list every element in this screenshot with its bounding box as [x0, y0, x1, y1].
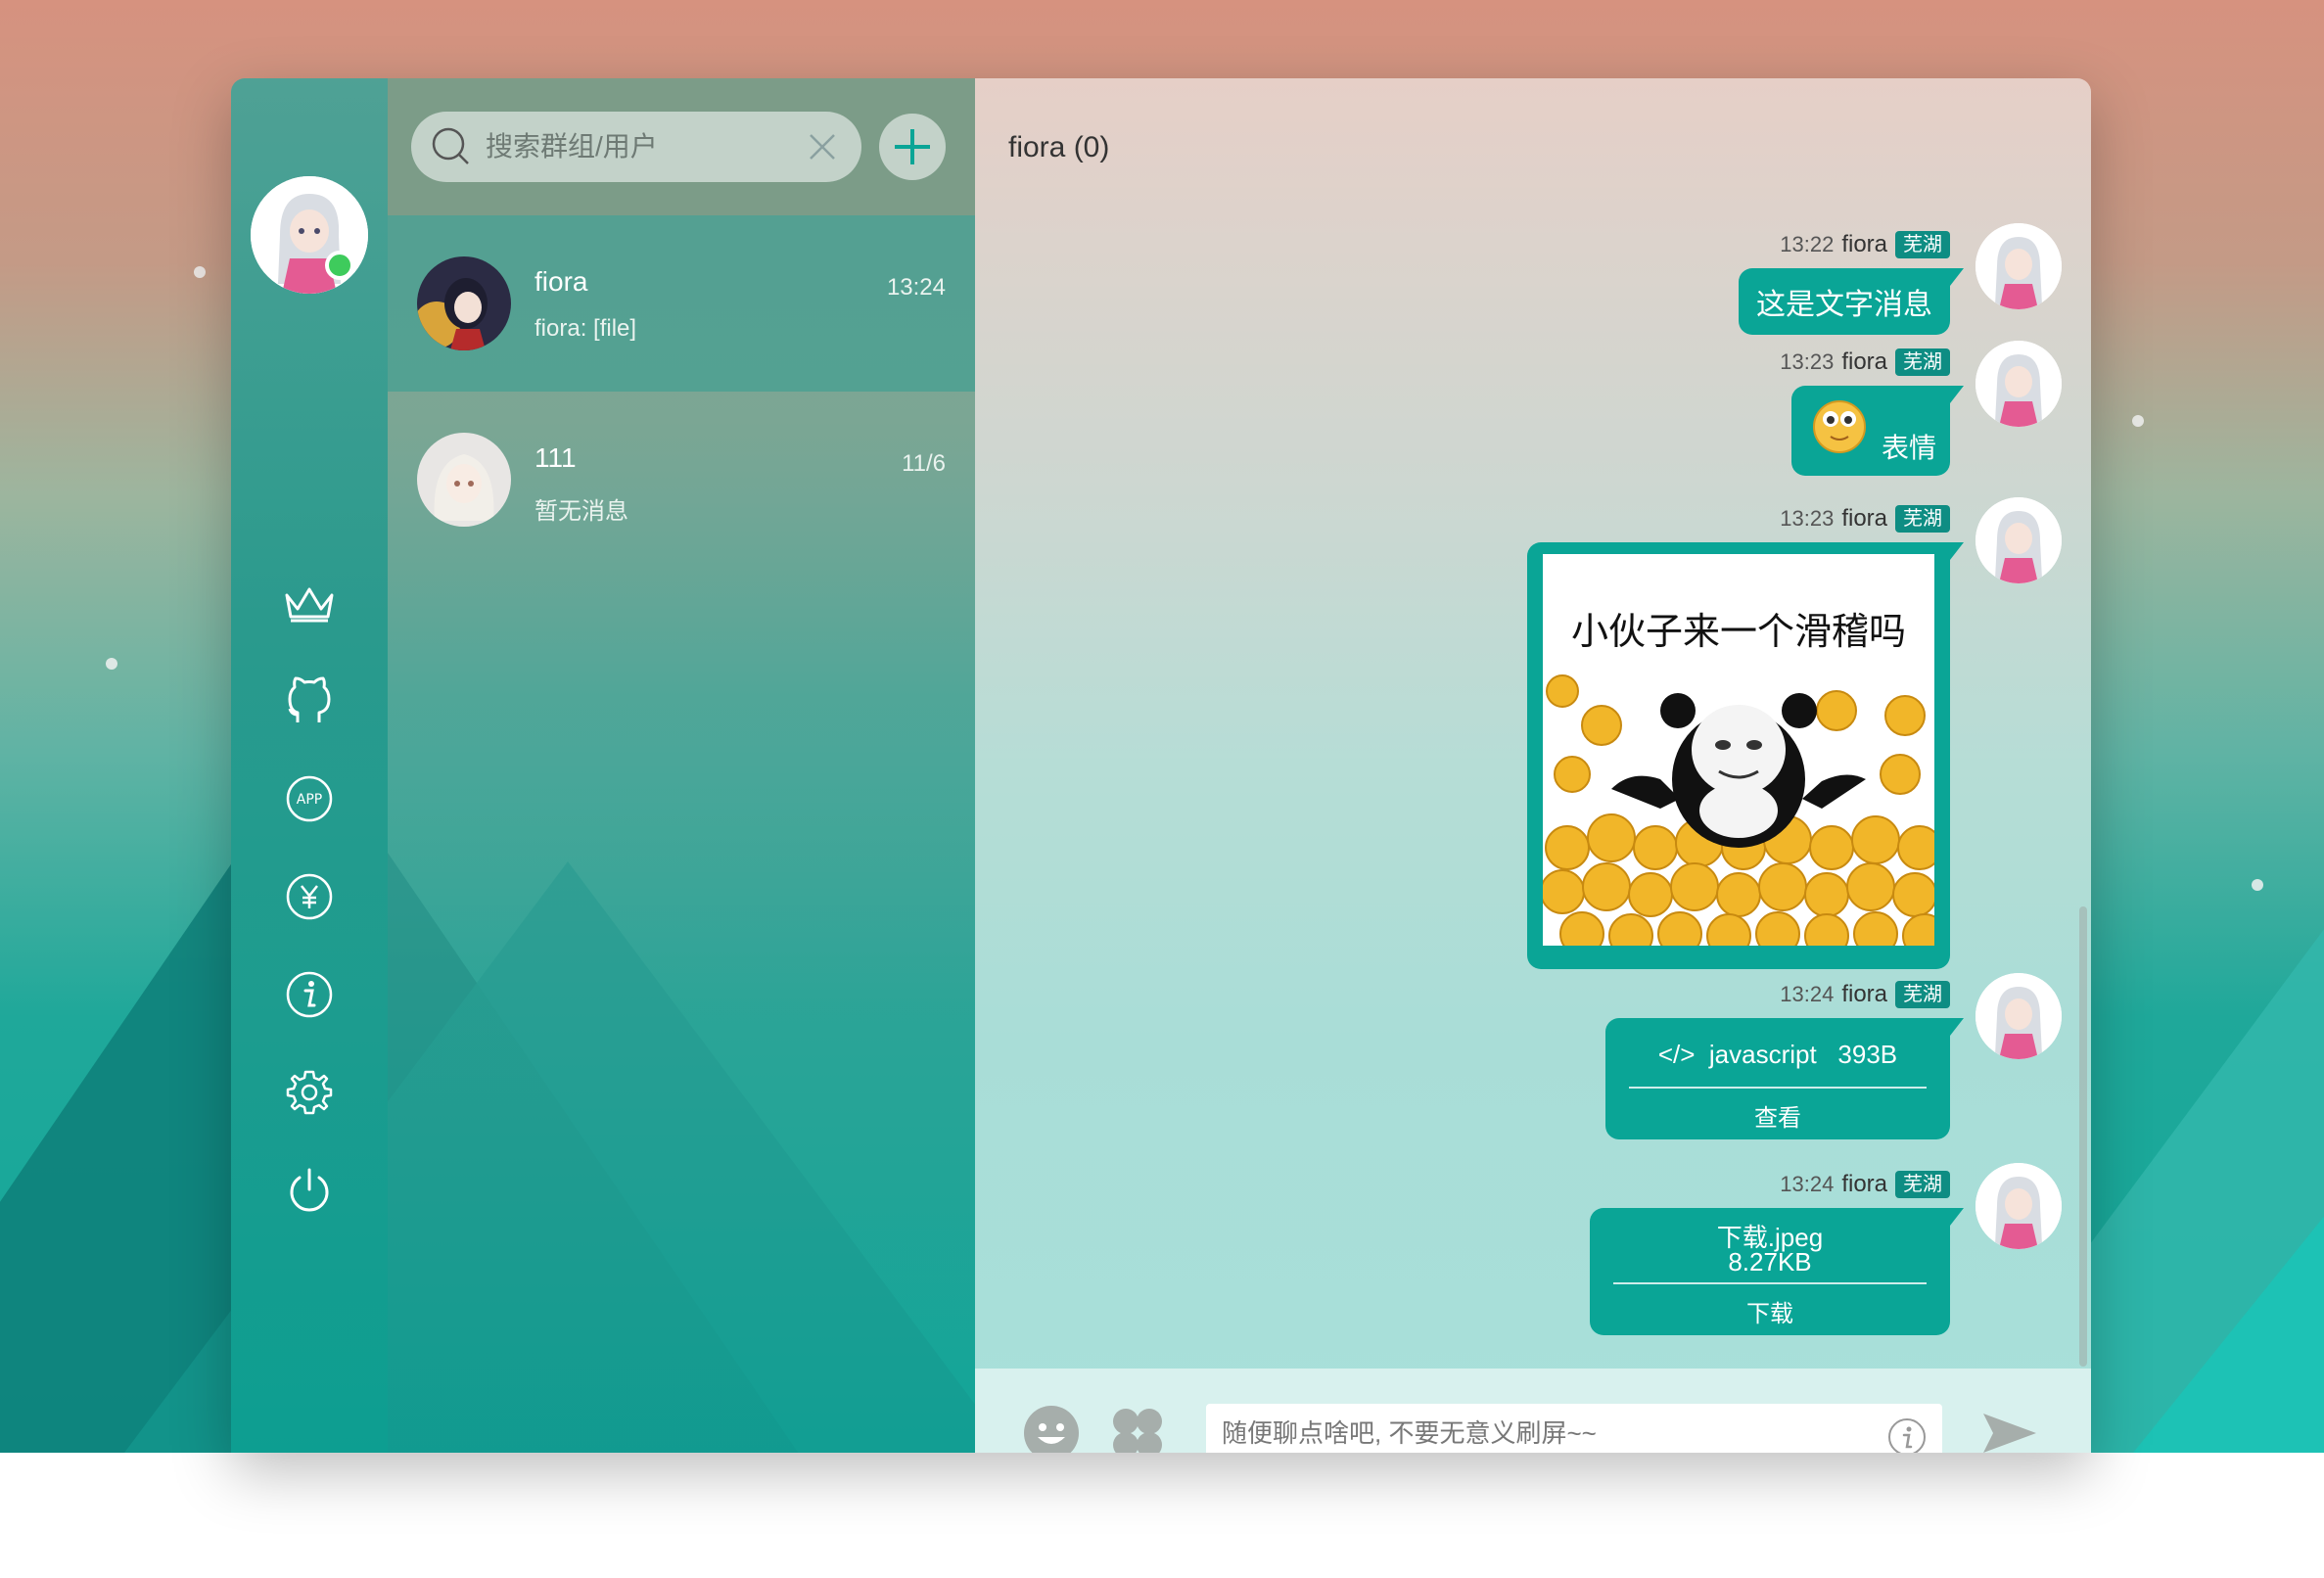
- message-input[interactable]: [1206, 1404, 1852, 1453]
- avatar[interactable]: [1975, 341, 2062, 427]
- search-input[interactable]: [486, 131, 809, 162]
- view-code-button[interactable]: 查看: [1605, 1098, 1950, 1133]
- github-icon[interactable]: [280, 672, 339, 730]
- code-size: 393B: [1837, 1040, 1898, 1069]
- input-bar: [975, 1369, 2091, 1453]
- avatar: [417, 256, 511, 350]
- message-item: 13:23 fiora 芜湖 表情: [1474, 341, 2062, 487]
- message-time: 13:22: [1780, 232, 1835, 256]
- plus-icon: [895, 129, 930, 164]
- message-item: 13:24 fiora 芜湖 </> javascript 393B 查看: [1474, 973, 2062, 1149]
- emoji-icon[interactable]: [1022, 1404, 1081, 1453]
- my-avatar[interactable]: [251, 176, 368, 294]
- code-icon: </>: [1657, 1040, 1696, 1069]
- user-tag: 芜湖: [1895, 981, 1950, 1008]
- message-time: 13:24: [1780, 1172, 1835, 1196]
- download-button[interactable]: 下载: [1590, 1294, 1950, 1328]
- user-tag: 芜湖: [1895, 348, 1950, 376]
- conversation-item[interactable]: fiora 13:24 fiora: [file]: [388, 215, 975, 392]
- info-icon[interactable]: [280, 965, 339, 1024]
- conversation-time: 11/6: [902, 450, 946, 477]
- app-icon[interactable]: APP: [280, 769, 339, 828]
- conversation-preview: 暂无消息: [535, 498, 628, 525]
- user-tag: 芜湖: [1895, 231, 1950, 258]
- text-bubble: 这是文字消息: [1739, 268, 1964, 335]
- image-bubble[interactable]: 小伙子来一个滑稽吗: [1527, 542, 1964, 969]
- svg-text:APP: APP: [297, 792, 322, 808]
- search-icon: [432, 127, 469, 164]
- clover-icon[interactable]: [1108, 1404, 1167, 1453]
- divider: [1629, 1087, 1927, 1089]
- conversation-name: fiora: [535, 266, 588, 297]
- file-size: 8.27KB: [1728, 1247, 1812, 1276]
- conversation-item[interactable]: 111 11/6 暂无消息: [388, 392, 975, 568]
- conversation-name: 111: [535, 442, 577, 473]
- add-button[interactable]: [879, 114, 946, 180]
- message-sender: fiora: [1841, 505, 1887, 532]
- file-bubble: 下载.jpeg 8.27KB 下载: [1590, 1208, 1964, 1335]
- message-time: 13:24: [1780, 982, 1835, 1006]
- user-tag: 芜湖: [1895, 1171, 1950, 1198]
- conversation-list: fiora 13:24 fiora: [file] 111 11/6 暂无消息: [388, 78, 975, 1453]
- message-input-field[interactable]: [1206, 1404, 1942, 1453]
- gear-icon[interactable]: [280, 1063, 339, 1122]
- search-bar: [388, 78, 975, 215]
- message-time: 13:23: [1780, 506, 1835, 531]
- search-box[interactable]: [411, 112, 861, 182]
- yuan-icon[interactable]: [280, 867, 339, 926]
- info-icon[interactable]: [1887, 1417, 1927, 1453]
- message-text: 这是文字消息: [1756, 289, 1932, 321]
- avatar: [417, 433, 511, 527]
- message-item: 13:23 fiora 芜湖 小伙子来一个滑稽吗: [1474, 497, 2062, 969]
- message-sender: fiora: [1841, 348, 1887, 375]
- power-icon[interactable]: [280, 1161, 339, 1220]
- app-window: APP fior: [231, 78, 2091, 1453]
- message-sender: fiora: [1841, 231, 1887, 257]
- sidebar-rail: APP: [231, 78, 388, 1453]
- divider: [1613, 1282, 1927, 1284]
- code-file-title: </> javascript 393B: [1605, 1040, 1950, 1070]
- online-status-dot: [325, 251, 354, 280]
- message-sender: fiora: [1841, 981, 1887, 1007]
- message-item: 13:24 fiora 芜湖 下载.jpeg 8.27KB 下载: [1474, 1163, 2062, 1359]
- smile-emoji-icon: [1813, 400, 1866, 453]
- scrollbar[interactable]: [2079, 906, 2087, 1367]
- avatar[interactable]: [1975, 223, 2062, 309]
- code-bubble: </> javascript 393B 查看: [1605, 1018, 1964, 1139]
- message-text: 表情: [1881, 433, 1936, 463]
- avatar[interactable]: [1975, 1163, 2062, 1249]
- user-tag: 芜湖: [1895, 505, 1950, 533]
- message-sender: fiora: [1841, 1171, 1887, 1197]
- message-item: 13:22 fiora 芜湖 这是文字消息: [1474, 223, 2062, 335]
- send-icon[interactable]: [1979, 1404, 2038, 1453]
- crown-icon[interactable]: [280, 574, 339, 632]
- avatar[interactable]: [1975, 973, 2062, 1059]
- chat-panel: fiora (0) 13:22 fiora 芜湖 这是文字消息 13:23 fi…: [975, 78, 2091, 1453]
- chat-title: fiora (0): [1008, 131, 1110, 163]
- emoji-bubble: 表情: [1791, 386, 1964, 476]
- clear-search-icon[interactable]: [805, 129, 840, 164]
- avatar[interactable]: [1975, 497, 2062, 583]
- meme-image[interactable]: 小伙子来一个滑稽吗: [1543, 554, 1934, 946]
- conversation-preview: fiora: [file]: [535, 315, 637, 342]
- conversation-time: 13:24: [886, 274, 946, 301]
- code-language: javascript: [1708, 1040, 1817, 1069]
- message-time: 13:23: [1780, 349, 1835, 374]
